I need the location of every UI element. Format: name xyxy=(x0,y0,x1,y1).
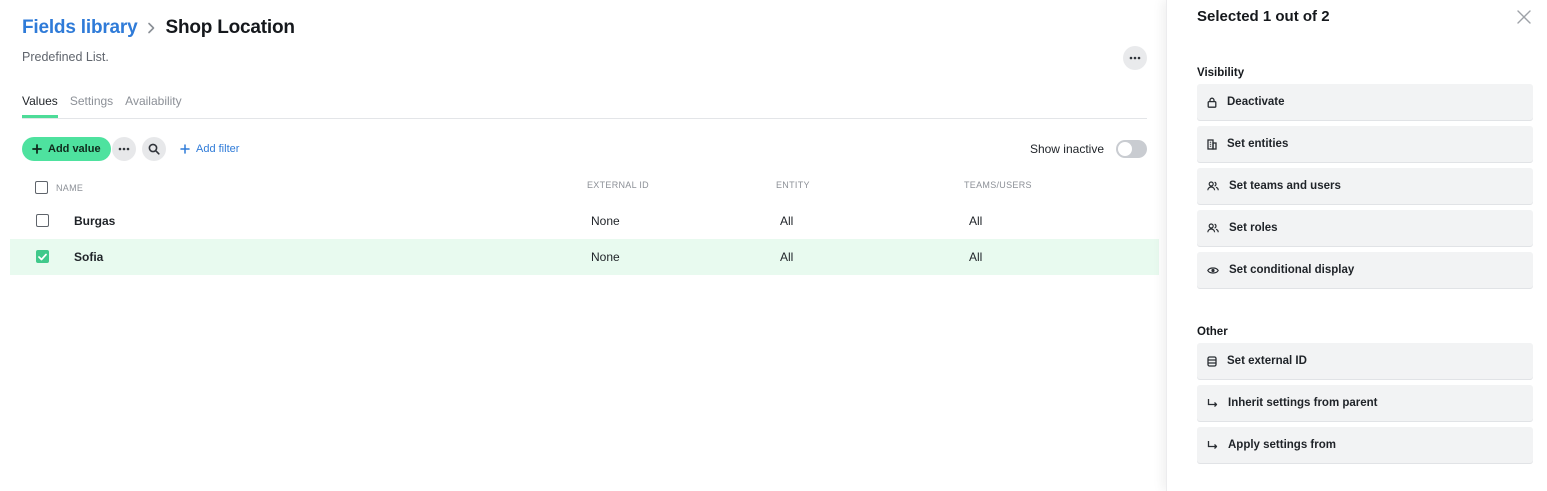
show-inactive-control: Show inactive xyxy=(1030,137,1147,161)
add-value-label: Add value xyxy=(48,143,101,155)
building-icon xyxy=(1207,138,1217,150)
more-actions-button[interactable] xyxy=(112,137,136,161)
check-icon xyxy=(38,253,47,260)
visibility-section-label: Visibility xyxy=(1197,67,1245,79)
more-horizontal-icon xyxy=(1129,56,1141,60)
panel-title: Selected 1 out of 2 xyxy=(1197,8,1330,25)
chevron-right-icon xyxy=(147,22,155,34)
row-entity: All xyxy=(780,250,794,264)
table-header: NAME EXTERNAL ID ENTITY TEAMS/USERS xyxy=(10,176,1159,200)
tab-settings[interactable]: Settings xyxy=(70,94,113,118)
toolbar: Add value Add filter Show inactive xyxy=(22,137,1147,161)
breadcrumb-fields-library-link[interactable]: Fields library xyxy=(22,17,138,39)
inherit-settings-label: Inherit settings from parent xyxy=(1228,397,1378,409)
row-checkbox[interactable] xyxy=(36,250,49,263)
column-header-name[interactable]: NAME xyxy=(56,183,83,193)
page-title: Shop Location xyxy=(165,17,295,38)
tab-availability[interactable]: Availability xyxy=(125,94,181,118)
add-filter-label: Add filter xyxy=(196,143,240,155)
add-filter-button[interactable]: Add filter xyxy=(180,137,239,161)
database-icon xyxy=(1207,355,1217,367)
arrow-down-right-icon xyxy=(1207,399,1218,407)
toggle-knob xyxy=(1118,142,1132,156)
row-teams-users: All xyxy=(969,250,983,264)
set-external-id-button[interactable]: Set external ID xyxy=(1197,343,1533,379)
table-row[interactable]: Burgas None All All xyxy=(10,203,1159,239)
eye-icon xyxy=(1207,266,1219,274)
deactivate-button[interactable]: Deactivate xyxy=(1197,84,1533,120)
plus-icon xyxy=(180,144,190,154)
set-teams-and-users-button[interactable]: Set teams and users xyxy=(1197,168,1533,204)
tab-values[interactable]: Values xyxy=(22,94,58,118)
row-checkbox[interactable] xyxy=(36,214,49,227)
row-external-id: None xyxy=(591,250,620,264)
row-teams-users: All xyxy=(969,214,983,228)
users-icon xyxy=(1207,181,1219,191)
bulk-actions-panel: Selected 1 out of 2 Visibility Deactivat… xyxy=(1166,0,1547,491)
add-value-button[interactable]: Add value xyxy=(22,137,111,161)
main-content: Fields library Shop Location Predefined … xyxy=(0,0,1166,491)
set-conditional-display-button[interactable]: Set conditional display xyxy=(1197,252,1533,288)
column-header-teams-users[interactable]: TEAMS/USERS xyxy=(964,180,1032,190)
table-row[interactable]: Sofia None All All xyxy=(10,239,1159,275)
row-entity: All xyxy=(780,214,794,228)
more-horizontal-icon xyxy=(118,147,130,151)
inherit-settings-button[interactable]: Inherit settings from parent xyxy=(1197,385,1533,421)
search-icon xyxy=(148,143,160,155)
deactivate-label: Deactivate xyxy=(1227,96,1285,108)
arrow-down-right-icon xyxy=(1207,441,1218,449)
tab-bar: Values Settings Availability xyxy=(22,94,1147,119)
users-icon xyxy=(1207,223,1219,233)
select-all-checkbox[interactable] xyxy=(35,181,48,194)
column-header-external-id[interactable]: EXTERNAL ID xyxy=(587,180,649,190)
set-conditional-display-label: Set conditional display xyxy=(1229,264,1355,276)
set-teams-and-users-label: Set teams and users xyxy=(1229,180,1341,192)
breadcrumb: Fields library Shop Location xyxy=(22,17,295,39)
set-entities-button[interactable]: Set entities xyxy=(1197,126,1533,162)
apply-settings-from-label: Apply settings from xyxy=(1228,439,1336,451)
apply-settings-from-button[interactable]: Apply settings from xyxy=(1197,427,1533,463)
plus-icon xyxy=(32,144,42,154)
other-section-label: Other xyxy=(1197,326,1228,338)
row-external-id: None xyxy=(591,214,620,228)
search-button[interactable] xyxy=(142,137,166,161)
row-name: Sofia xyxy=(74,250,104,264)
more-options-button[interactable] xyxy=(1123,46,1147,70)
close-icon[interactable] xyxy=(1516,9,1532,25)
row-name: Burgas xyxy=(74,214,116,228)
page-subtitle: Predefined List. xyxy=(22,50,109,64)
set-roles-button[interactable]: Set roles xyxy=(1197,210,1533,246)
show-inactive-label: Show inactive xyxy=(1029,142,1104,156)
set-roles-label: Set roles xyxy=(1229,222,1278,234)
lock-icon xyxy=(1207,97,1217,108)
column-header-entity[interactable]: ENTITY xyxy=(776,180,810,190)
show-inactive-toggle[interactable] xyxy=(1116,140,1147,158)
set-external-id-label: Set external ID xyxy=(1227,355,1307,367)
set-entities-label: Set entities xyxy=(1227,138,1289,150)
